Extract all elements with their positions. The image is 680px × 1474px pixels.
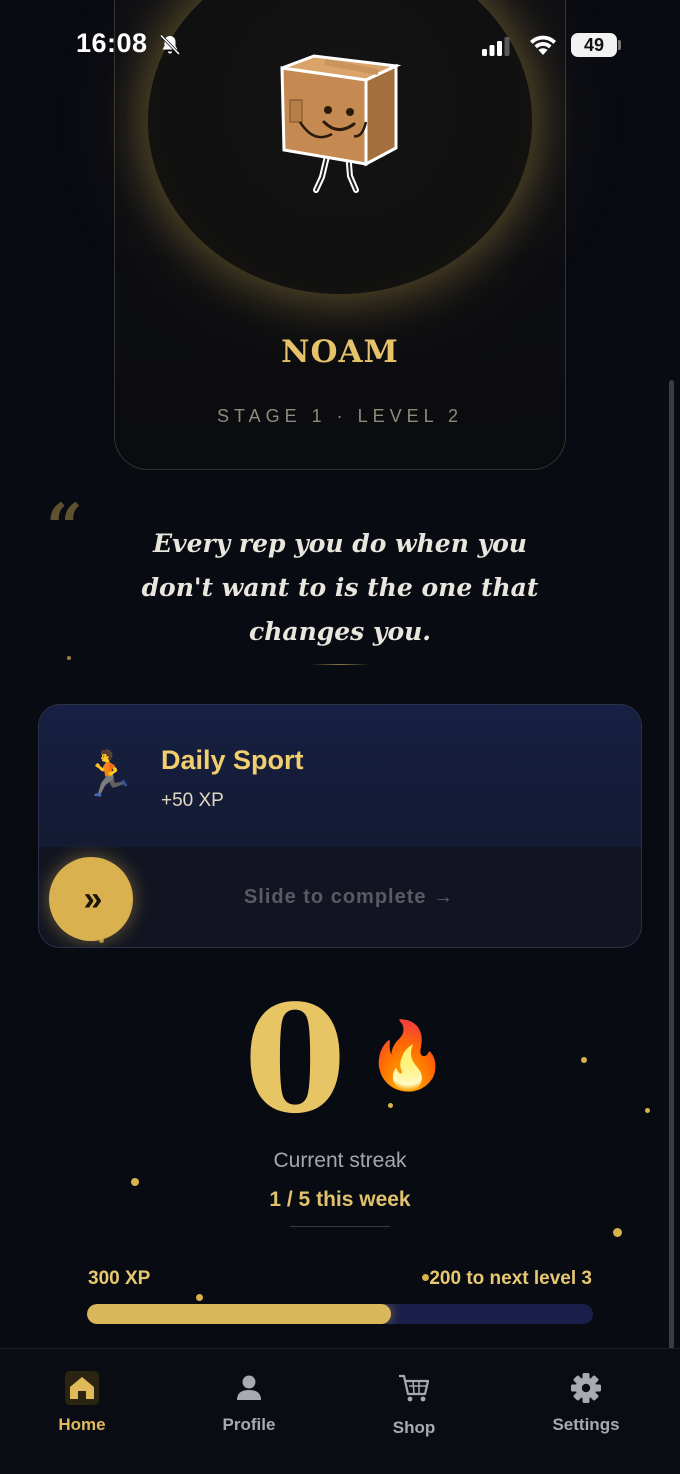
battery-level: 49 [583, 34, 605, 55]
sparkle-dot [422, 1274, 429, 1281]
xp-current: 300 XP [88, 1268, 151, 1289]
sparkle-dot [388, 1103, 393, 1108]
battery-indicator: 49 [571, 33, 617, 57]
home-icon [65, 1371, 99, 1405]
tab-settings[interactable]: Settings [526, 1371, 646, 1451]
status-time: 16:08 [76, 28, 148, 58]
stage-level-label: STAGE 1 · LEVEL 2 [216, 406, 464, 426]
tab-profile[interactable]: Profile [189, 1371, 309, 1451]
sparkle-dot [645, 1108, 650, 1113]
tab-settings-label: Settings [552, 1415, 620, 1434]
sparkle-dot [67, 656, 71, 660]
bottom-tab-bar: Home Profile Shop Settings [0, 1348, 680, 1474]
tab-shop-label: Shop [392, 1418, 436, 1437]
streak-label: Current streak [273, 1149, 407, 1172]
runner-icon: 🏃 [81, 750, 136, 799]
cart-icon [399, 1374, 430, 1402]
sparkle-dot [99, 938, 104, 943]
tab-home[interactable]: Home [22, 1371, 142, 1451]
sparkle-dot [581, 1057, 587, 1063]
xp-to-next-level: 200 to next level 3 [429, 1268, 592, 1289]
scrollbar[interactable] [669, 380, 674, 1430]
slide-to-complete-label: Slide to complete → [243, 886, 455, 908]
signal-icon [482, 37, 510, 56]
status-bar: 16:08 49 [0, 0, 680, 92]
sparkle-dot [131, 1178, 139, 1186]
profile-name: NOAM [281, 334, 399, 370]
streak-week-progress: 1 / 5 this week [269, 1188, 411, 1211]
wifi-icon [530, 35, 556, 55]
double-chevron-right-icon: » [83, 879, 103, 918]
task-xp-reward: +50 XP [161, 790, 224, 811]
battery-nub [618, 40, 621, 50]
streak-count: 0 [243, 972, 347, 1146]
xp-progress-bar [87, 1304, 593, 1324]
person-icon [237, 1375, 261, 1400]
tab-home-label: Home [58, 1415, 106, 1434]
sparkle-dot [196, 1294, 203, 1301]
xp-progress-fill [87, 1304, 391, 1324]
sparkle-dot [613, 1228, 622, 1237]
gear-icon [571, 1373, 601, 1403]
bell-muted-icon [159, 34, 181, 56]
motivational-quote: Every rep you do when you don't want to … [141, 529, 539, 646]
daily-task-card: 🏃 Daily Sport +50 XP » Slide to complete… [38, 704, 642, 948]
quote-divider [310, 664, 370, 665]
streak-divider [290, 1226, 390, 1227]
tab-profile-label: Profile [222, 1415, 276, 1434]
tab-shop[interactable]: Shop [354, 1371, 474, 1451]
fire-icon: 🔥 [366, 1018, 449, 1092]
quote-mark-icon: “ [46, 490, 83, 565]
slide-handle[interactable]: » [49, 857, 133, 941]
task-title: Daily Sport [161, 745, 304, 775]
